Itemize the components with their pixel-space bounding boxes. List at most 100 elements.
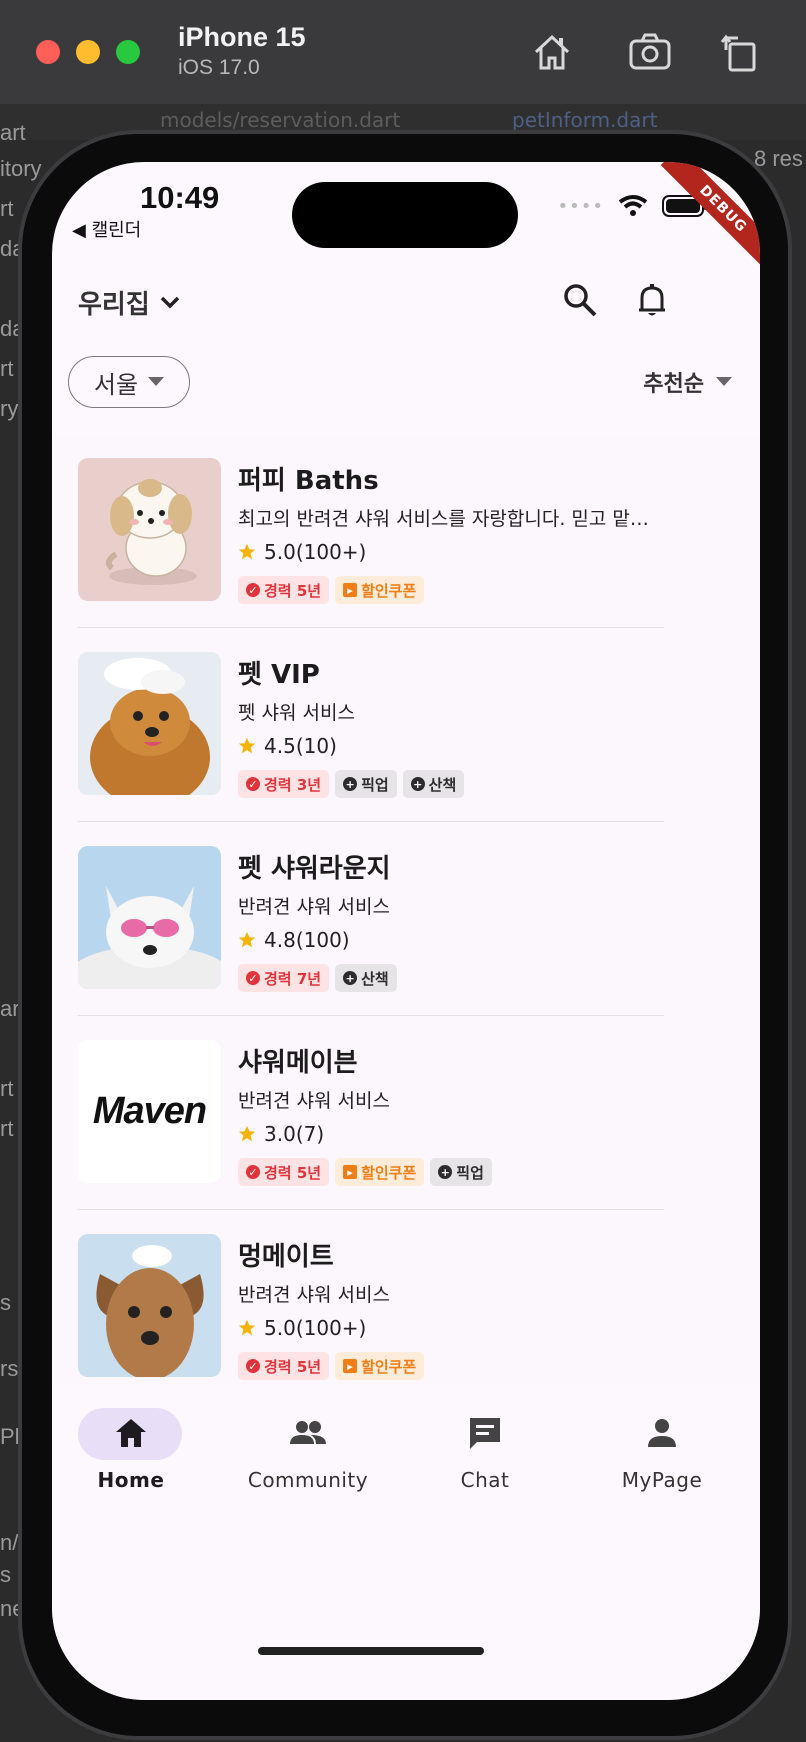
service-tag: + 산책 bbox=[335, 964, 397, 992]
shop-thumbnail bbox=[78, 846, 221, 989]
shop-card[interactable]: 퍼피 Baths 최고의 반려견 샤워 서비스를 자랑합니다. 믿고 맡겨주세요… bbox=[78, 434, 738, 628]
experience-tag: ✓ 경력 5년 bbox=[238, 1352, 330, 1380]
shop-description: 반려견 샤워 서비스 bbox=[238, 1090, 390, 1112]
terrier-photo bbox=[78, 1234, 221, 1377]
maven-logo: Maven bbox=[92, 1090, 207, 1132]
nav-mypage[interactable]: MyPage bbox=[583, 1384, 760, 1504]
plus-circle-icon: + bbox=[438, 1165, 453, 1179]
zoom-window-button[interactable] bbox=[116, 40, 140, 64]
rating-value: 5.0 bbox=[264, 540, 296, 564]
ide-fragment: rt bbox=[0, 1116, 14, 1141]
ide-fragment: itory bbox=[0, 156, 42, 181]
review-count: (10) bbox=[295, 734, 337, 758]
shop-card[interactable]: 펫 샤워라운지 반려견 샤워 서비스 4.8(100) ✓ 경력 7년 + 산책 bbox=[78, 822, 738, 1016]
sort-dropdown[interactable]: 추천순 bbox=[643, 366, 732, 398]
ide-fragment: 8 res bbox=[754, 146, 803, 171]
shop-card[interactable]: 멍메이트 반려견 샤워 서비스 5.0(100+) ✓ 경력 5년 ▸ 할인쿠폰 bbox=[78, 1210, 738, 1384]
screenshot-icon[interactable] bbox=[626, 28, 674, 76]
sort-label: 추천순 bbox=[643, 372, 704, 397]
chevron-down-icon[interactable] bbox=[156, 288, 184, 316]
nav-label: Home bbox=[97, 1468, 165, 1492]
shop-rating: 4.5(10) bbox=[238, 734, 337, 758]
bell-icon[interactable] bbox=[632, 280, 672, 320]
star-icon bbox=[238, 1319, 256, 1336]
nav-label: MyPage bbox=[621, 1468, 703, 1492]
nav-label: Chat bbox=[460, 1468, 510, 1492]
region-filter-chip[interactable]: 서울 bbox=[68, 356, 190, 408]
white-dog-photo bbox=[78, 846, 221, 989]
plus-circle-icon: + bbox=[410, 777, 425, 791]
shop-card[interactable]: 펫 VIP 펫 샤워 서비스 4.5(10) ✓ 경력 3년 + 픽업 + 산책 bbox=[78, 628, 738, 822]
shop-list[interactable]: 퍼피 Baths 최고의 반려견 샤워 서비스를 자랑합니다. 믿고 맡겨주세요… bbox=[52, 434, 760, 1384]
star-icon bbox=[238, 1125, 256, 1142]
home-icon bbox=[116, 1419, 146, 1447]
review-count: (100+) bbox=[295, 1316, 367, 1340]
shop-tags: ✓ 경력 7년 + 산책 bbox=[238, 964, 397, 992]
ide-fragment: rs bbox=[0, 1356, 19, 1381]
shop-thumbnail: Maven bbox=[78, 1040, 221, 1183]
pomeranian-photo bbox=[78, 652, 221, 795]
rating-value: 4.5 bbox=[264, 734, 296, 758]
signal-icon: •••• bbox=[557, 195, 604, 217]
dropdown-arrow-icon bbox=[716, 377, 732, 386]
minimize-window-button[interactable] bbox=[76, 40, 100, 64]
shop-rating: 5.0(100+) bbox=[238, 540, 366, 564]
app-header: 우리집 bbox=[52, 256, 760, 350]
nav-chat[interactable]: Chat bbox=[406, 1384, 583, 1504]
shop-name: 펫 샤워라운지 bbox=[238, 854, 391, 884]
check-circle-icon: ✓ bbox=[246, 1165, 260, 1179]
simulator-title-bar: iPhone 15 iOS 17.0 bbox=[0, 0, 806, 105]
app-screen: 10:49 ◀ 캘린더 •••• DEBUG 우리집 서울 추천순 퍼피 Bat… bbox=[52, 162, 760, 1700]
home-indicator[interactable] bbox=[258, 1647, 484, 1655]
ide-tab: petInform.dart bbox=[512, 108, 658, 132]
coupon-icon: ▸ bbox=[343, 583, 358, 597]
ide-fragment: rt bbox=[0, 196, 14, 221]
coupon-icon: ▸ bbox=[343, 1359, 358, 1373]
shop-tags: ✓ 경력 5년 ▸ 할인쿠폰 + 픽업 bbox=[238, 1158, 492, 1186]
status-time: 10:49 bbox=[140, 180, 220, 215]
nav-community[interactable]: Community bbox=[229, 1384, 406, 1504]
service-tag: + 픽업 bbox=[430, 1158, 492, 1186]
shop-description: 반려견 샤워 서비스 bbox=[238, 1284, 390, 1306]
shop-name: 펫 VIP bbox=[238, 660, 320, 690]
ide-tab: models/reservation.dart bbox=[160, 108, 401, 132]
ide-fragment: ry bbox=[0, 396, 19, 421]
chat-icon bbox=[470, 1418, 500, 1449]
shop-rating: 4.8(100) bbox=[238, 928, 350, 952]
nav-home[interactable]: Home bbox=[52, 1384, 229, 1504]
review-count: (7) bbox=[295, 1122, 325, 1146]
experience-tag: ✓ 경력 7년 bbox=[238, 964, 330, 992]
ide-fragment: s bbox=[0, 1290, 11, 1315]
shop-name: 퍼피 Baths bbox=[238, 466, 379, 496]
coupon-tag: ▸ 할인쿠폰 bbox=[335, 576, 425, 604]
shop-rating: 5.0(100+) bbox=[238, 1316, 366, 1340]
shop-thumbnail bbox=[78, 1234, 221, 1377]
experience-tag: ✓ 경력 5년 bbox=[238, 576, 330, 604]
home-icon[interactable] bbox=[528, 28, 576, 76]
service-tag: + 픽업 bbox=[335, 770, 397, 798]
star-icon bbox=[238, 543, 256, 560]
filter-row: 서울 추천순 bbox=[52, 350, 760, 434]
plus-circle-icon: + bbox=[343, 971, 358, 985]
rotate-icon[interactable] bbox=[716, 28, 764, 76]
shop-rating: 3.0(7) bbox=[238, 1122, 324, 1146]
experience-tag: ✓ 경력 3년 bbox=[238, 770, 330, 798]
close-window-button[interactable] bbox=[36, 40, 60, 64]
plus-circle-icon: + bbox=[343, 777, 358, 791]
shop-description: 최고의 반려견 샤워 서비스를 자랑합니다. 믿고 맡겨주세요 bbox=[238, 508, 658, 530]
check-circle-icon: ✓ bbox=[246, 583, 260, 597]
star-icon bbox=[238, 737, 256, 754]
review-count: (100) bbox=[295, 928, 350, 952]
ide-fragment: rt bbox=[0, 1076, 14, 1101]
shop-card[interactable]: Maven 샤워메이븐 반려견 샤워 서비스 3.0(7) ✓ 경력 5년 ▸ 할인… bbox=[78, 1016, 738, 1210]
location-title[interactable]: 우리집 bbox=[78, 284, 150, 321]
check-circle-icon: ✓ bbox=[246, 1359, 260, 1373]
back-to-app-link[interactable]: ◀ 캘린더 bbox=[72, 216, 141, 242]
os-version: iOS 17.0 bbox=[178, 56, 260, 79]
region-label: 서울 bbox=[93, 370, 139, 399]
dropdown-arrow-icon bbox=[148, 377, 165, 386]
search-icon[interactable] bbox=[560, 280, 600, 320]
rating-value: 5.0 bbox=[264, 1316, 296, 1340]
shop-thumbnail bbox=[78, 458, 221, 601]
shop-name: 멍메이트 bbox=[238, 1242, 334, 1272]
